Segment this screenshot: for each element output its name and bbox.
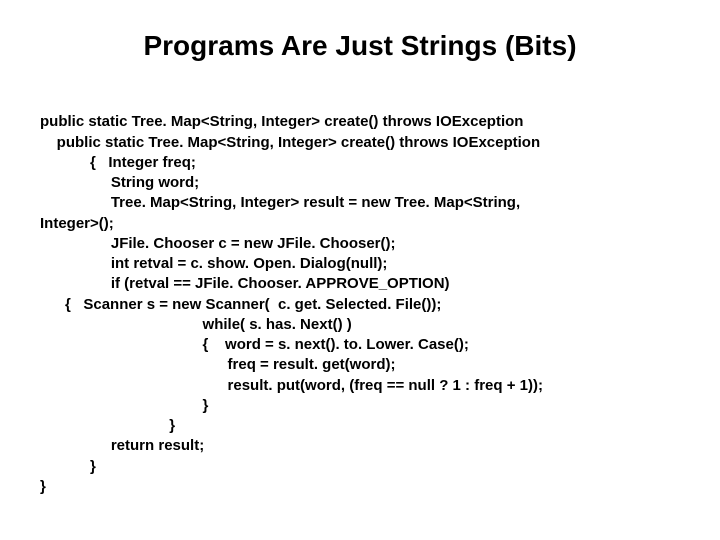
code-line: while( s. has. Next() ) <box>40 316 352 333</box>
code-line: return result; <box>40 437 204 454</box>
code-line: public static Tree. Map<String, Integer>… <box>40 134 540 151</box>
code-line: } <box>40 458 96 475</box>
code-line: { word = s. next(). to. Lower. Case(); <box>40 336 469 353</box>
code-line: String word; <box>40 174 199 191</box>
code-line: int retval = c. show. Open. Dialog(null)… <box>40 255 387 272</box>
slide: Programs Are Just Strings (Bits) public … <box>0 0 720 540</box>
code-line: { Scanner s = new Scanner( c. get. Selec… <box>40 296 441 313</box>
code-line: public static Tree. Map<String, Integer>… <box>40 113 523 130</box>
code-line: JFile. Chooser c = new JFile. Chooser(); <box>40 235 396 252</box>
code-line: if (retval == JFile. Chooser. APPROVE_OP… <box>40 275 450 292</box>
code-line: Integer>(); <box>40 215 114 232</box>
code-line: Tree. Map<String, Integer> result = new … <box>40 194 520 211</box>
code-block: public static Tree. Map<String, Integer>… <box>40 92 680 517</box>
code-line: result. put(word, (freq == null ? 1 : fr… <box>40 377 543 394</box>
code-line: { Integer freq; <box>40 154 196 171</box>
code-line: freq = result. get(word); <box>40 356 395 373</box>
code-line: } <box>40 417 175 434</box>
code-line: } <box>40 397 208 414</box>
code-line: } <box>40 478 46 495</box>
slide-title: Programs Are Just Strings (Bits) <box>40 30 680 62</box>
